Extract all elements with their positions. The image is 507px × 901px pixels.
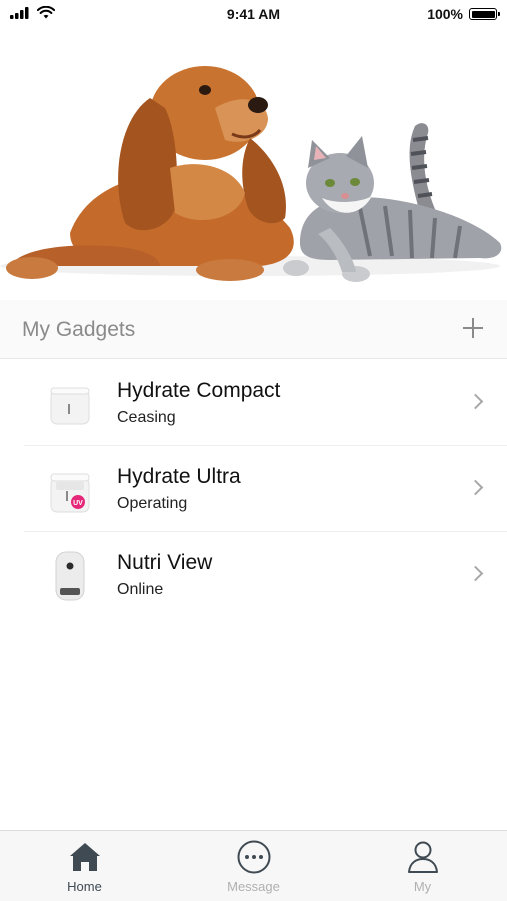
my-gadgets-header: My Gadgets (0, 300, 507, 359)
gadget-status: Online (117, 581, 164, 598)
gadget-name: Hydrate Compact (117, 379, 281, 402)
battery-level (471, 10, 495, 18)
tab-bar: Home Message My (0, 830, 507, 901)
tab-home[interactable]: Home (0, 831, 169, 901)
tab-label: Home (67, 879, 102, 894)
dog-illustration (6, 66, 294, 281)
gadget-row-nutri-view[interactable]: Nutri View Online (0, 532, 507, 618)
message-icon (237, 840, 271, 874)
tab-label: Message (227, 879, 280, 894)
section-title: My Gadgets (22, 318, 136, 341)
chevron-right-icon (467, 393, 484, 410)
chevron-right-icon (467, 565, 484, 582)
profile-icon (408, 841, 438, 873)
gadget-list: Hydrate Compact Ceasing UV Hydrate Ultra… (0, 360, 507, 618)
chevron-right-icon (467, 479, 484, 496)
tab-my[interactable]: My (338, 831, 507, 901)
battery-icon (469, 8, 500, 20)
dog-and-cat-photo (0, 66, 502, 282)
water-fountain-ultra-icon: UV (50, 473, 90, 513)
gadget-status: Ceasing (117, 409, 176, 426)
hero-image (0, 28, 507, 290)
feeder-camera-icon (55, 551, 85, 601)
plus-icon[interactable] (461, 316, 485, 340)
cat-illustration (283, 123, 502, 282)
battery-percent: 100% (427, 6, 463, 22)
gadget-name: Hydrate Ultra (117, 465, 241, 488)
gadget-row-hydrate-compact[interactable]: Hydrate Compact Ceasing (0, 360, 507, 446)
home-icon (70, 843, 100, 871)
status-bar: 9:41 AM 100% (0, 0, 507, 28)
uv-badge: UV (73, 500, 83, 507)
gadget-status: Operating (117, 495, 188, 512)
gadget-name: Nutri View (117, 551, 213, 574)
tab-label: My (413, 879, 432, 894)
gadget-row-hydrate-ultra[interactable]: UV Hydrate Ultra Operating (0, 446, 507, 532)
water-fountain-compact-icon (50, 387, 90, 425)
tab-message[interactable]: Message (169, 831, 338, 901)
